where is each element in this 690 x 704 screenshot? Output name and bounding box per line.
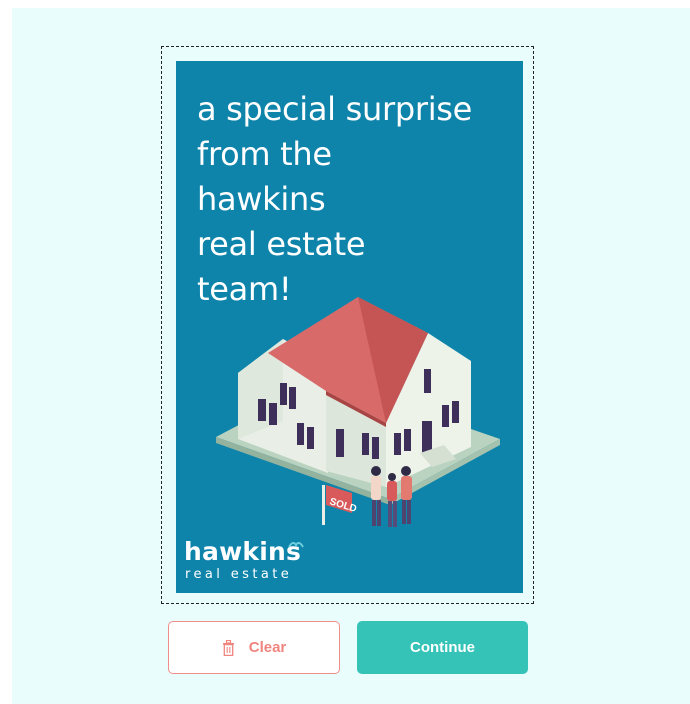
company-logo: hawkins real estate (184, 537, 304, 583)
continue-button[interactable]: Continue (357, 621, 528, 674)
bird-icon (288, 542, 304, 548)
clear-button[interactable]: Clear (168, 621, 340, 674)
sign-post (322, 485, 325, 525)
trash-icon (222, 639, 234, 656)
card-preview: a special surprise from the hawkins real… (176, 61, 523, 593)
sold-sign-text: SOLD (328, 496, 358, 515)
clear-button-label: Clear (248, 639, 287, 656)
continue-button-label: Continue (410, 639, 475, 656)
logo-tagline: real estate (185, 567, 293, 582)
family-figures (371, 466, 412, 527)
house-illustration: SOLD (216, 297, 500, 527)
logo-wordmark: hawkins (184, 537, 302, 566)
